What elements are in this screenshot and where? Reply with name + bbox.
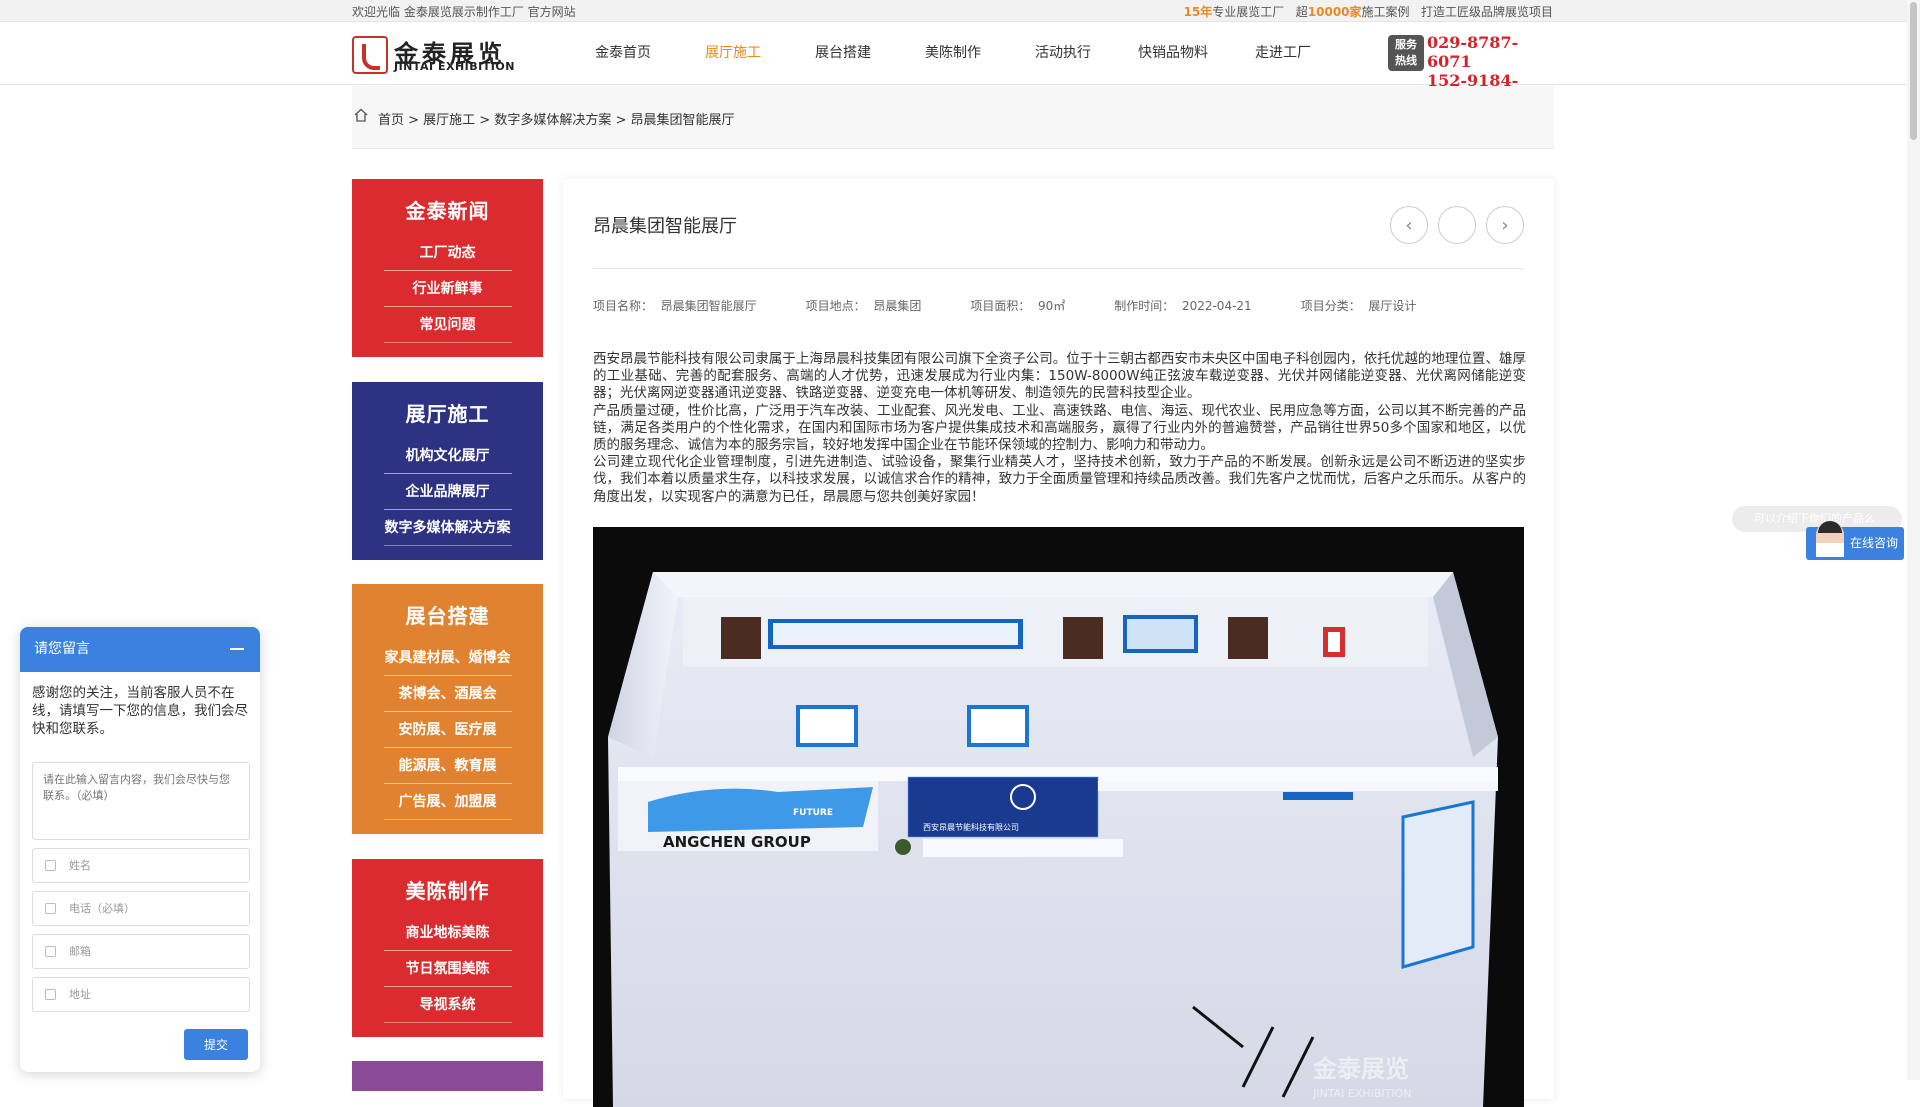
online-consult-button[interactable]: 在线咨询 bbox=[1806, 521, 1904, 560]
article-card: 昂晨集团智能展厅 ‹ › 项目名称： 昂晨集团智能展厅 项目地点： 昂晨集团 项… bbox=[563, 179, 1554, 1107]
sidebar-item-industry-news[interactable]: 行业新鲜事 bbox=[383, 271, 512, 307]
sidebar-item-advert[interactable]: 广告展、加盟展 bbox=[383, 784, 512, 820]
paragraph-1: 西安昂晨节能科技有限公司隶属于上海昂晨科技集团有限公司旗下全资子公司。位于十三朝… bbox=[593, 351, 1526, 402]
sidebar-decor: 美陈制作 商业地标美陈 节日氛围美陈 导视系统 bbox=[352, 859, 543, 1037]
slogan-2: 施工案例 bbox=[1361, 5, 1410, 19]
top-slogans: 15年专业展览工厂 超10000家施工案例 打造工匠级品牌展览项目 bbox=[1184, 3, 1553, 20]
nav-factory[interactable]: 走进工厂 bbox=[1228, 22, 1338, 85]
phone-1[interactable]: 029-8787-6071 bbox=[1427, 33, 1556, 71]
sidebar-item-security[interactable]: 安防展、医疗展 bbox=[383, 712, 512, 748]
chevron-right-icon: › bbox=[1501, 214, 1509, 236]
wall-future-text: FUTURE bbox=[793, 808, 833, 818]
watermark-cn: 金泰展览 bbox=[1312, 1055, 1409, 1083]
hotline-badge: 服务 热线 bbox=[1388, 35, 1424, 71]
sidebar-item-energy[interactable]: 能源展、教育展 bbox=[383, 748, 512, 784]
meta-name: 项目名称： 昂晨集团智能展厅 bbox=[593, 299, 757, 313]
nav-fmcg[interactable]: 快销品物料 bbox=[1118, 22, 1228, 85]
years-number: 15年 bbox=[1183, 5, 1213, 19]
leave-message-panel: 请您留言 感谢您的关注，当前客服人员不在线，请填写一下您的信息，我们会尽快和您联… bbox=[20, 627, 260, 1072]
sidebar-item-brand[interactable]: 企业品牌展厅 bbox=[383, 474, 512, 510]
home-icon[interactable] bbox=[354, 108, 368, 122]
sidebar-item-signage[interactable]: 导视系统 bbox=[383, 987, 512, 1023]
phone-icon bbox=[45, 903, 56, 914]
main-nav: 金泰首页 展厅施工 展台搭建 美陈制作 活动执行 快销品物料 走进工厂 bbox=[568, 22, 1338, 85]
nav-decor[interactable]: 美陈制作 bbox=[898, 22, 1008, 85]
logo-en: JINTAI EXHIBITION bbox=[394, 60, 515, 73]
online-consult-label: 在线咨询 bbox=[1850, 536, 1899, 550]
user-icon bbox=[45, 860, 56, 871]
sidebar-next bbox=[352, 1061, 543, 1091]
watermark-en: JINTAI EXHIBITION bbox=[1312, 1087, 1412, 1100]
sidebar-booth-title[interactable]: 展台搭建 bbox=[352, 584, 543, 640]
prev-button[interactable]: ‹ bbox=[1390, 206, 1428, 244]
showroom-render-image: ANGCHEN GROUP FUTURE 西安昂晨节能科技有限公司 金泰展览 J… bbox=[593, 527, 1524, 1107]
breadcrumb-text[interactable]: 首页 > 展厅施工 > 数字多媒体解决方案 > 昂晨集团智能展厅 bbox=[378, 109, 734, 128]
nav-booth[interactable]: 展台搭建 bbox=[788, 22, 898, 85]
nav-showroom[interactable]: 展厅施工 bbox=[678, 22, 788, 85]
message-textarea[interactable] bbox=[32, 762, 250, 840]
slogan-2-prefix: 超 bbox=[1295, 5, 1308, 19]
next-button[interactable]: › bbox=[1486, 206, 1524, 244]
wall-company-text: 西安昂晨节能科技有限公司 bbox=[923, 822, 1019, 832]
meta-date: 制作时间： 2022-04-21 bbox=[1114, 299, 1252, 313]
sidebar-item-festival[interactable]: 节日氛围美陈 bbox=[383, 951, 512, 987]
sidebar-item-factory-news[interactable]: 工厂动态 bbox=[383, 235, 512, 271]
top-bar: 欢迎光临 金泰展览展示制作工厂 官方网站 15年专业展览工厂 超10000家施工… bbox=[0, 0, 1920, 22]
nav-home[interactable]: 金泰首页 bbox=[568, 22, 678, 85]
article-body: 西安昂晨节能科技有限公司隶属于上海昂晨科技集团有限公司旗下全资子公司。位于十三朝… bbox=[593, 351, 1526, 506]
slogan-3: 打造工匠级品牌展览项目 bbox=[1420, 5, 1553, 19]
address-field[interactable]: 地址 bbox=[32, 977, 250, 1012]
hotline: 服务热线 029-8787-6071 152-9184-9886 bbox=[1388, 33, 1556, 109]
site-header: 金泰展览 JINTAI EXHIBITION 金泰首页 展厅施工 展台搭建 美陈… bbox=[0, 22, 1920, 109]
sidebar-booth: 展台搭建 家具建材展、婚博会 茶博会、酒展会 安防展、医疗展 能源展、教育展 广… bbox=[352, 584, 543, 834]
sidebar-news-title[interactable]: 金泰新闻 bbox=[352, 179, 543, 235]
sidebar-item-tea[interactable]: 茶博会、酒展会 bbox=[383, 676, 512, 712]
sidebar-item-furniture[interactable]: 家具建材展、婚博会 bbox=[383, 640, 512, 676]
showroom-render-svg: ANGCHEN GROUP FUTURE 西安昂晨节能科技有限公司 金泰展览 J… bbox=[593, 527, 1524, 1107]
site-logo[interactable]: 金泰展览 JINTAI EXHIBITION bbox=[352, 36, 522, 74]
welcome-text: 欢迎光临 金泰展览展示制作工厂 官方网站 bbox=[352, 5, 576, 19]
meta-category: 项目分类： 展厅设计 bbox=[1300, 299, 1417, 313]
phone-field[interactable]: 电话（必填） bbox=[32, 891, 250, 926]
minimize-icon[interactable] bbox=[230, 648, 244, 650]
article-title: 昂晨集团智能展厅 bbox=[593, 216, 737, 237]
divider bbox=[593, 268, 1524, 269]
sidebar-item-landmark[interactable]: 商业地标美陈 bbox=[383, 915, 512, 951]
cases-number: 10000家 bbox=[1307, 5, 1362, 19]
sidebar-decor-title[interactable]: 美陈制作 bbox=[352, 859, 543, 915]
meta-area: 项目面积： 90㎡ bbox=[970, 299, 1066, 313]
sidebar-item-faq[interactable]: 常见问题 bbox=[383, 307, 512, 343]
article-nav: ‹ › bbox=[1390, 206, 1524, 244]
email-field[interactable]: 邮箱 bbox=[32, 934, 250, 969]
submit-button[interactable]: 提交 bbox=[184, 1029, 248, 1060]
sidebar-news: 金泰新闻 工厂动态 行业新鲜事 常见问题 bbox=[352, 179, 543, 357]
panel-title: 请您留言 bbox=[34, 641, 90, 657]
sidebar-item-digital[interactable]: 数字多媒体解决方案 bbox=[383, 510, 512, 546]
paragraph-2: 产品质量过硬，性价比高，广泛用于汽车改装、工业配套、风光发电、工业、高速铁路、电… bbox=[593, 402, 1526, 454]
slogan-1: 专业展览工厂 bbox=[1212, 5, 1285, 19]
name-field[interactable]: 姓名 bbox=[32, 848, 250, 883]
email-icon bbox=[45, 946, 56, 957]
scrollbar-thumb[interactable] bbox=[1910, 2, 1917, 140]
agent-avatar bbox=[1816, 521, 1844, 557]
breadcrumb: 首页 > 展厅施工 > 数字多媒体解决方案 > 昂晨集团智能展厅 bbox=[352, 86, 1554, 149]
paragraph-3: 公司建立现代化企业管理制度，引进先进制造、试验设备，聚集行业精英人才，坚持技术创… bbox=[593, 454, 1526, 505]
logo-mark-icon bbox=[352, 36, 388, 74]
sidebar-item-culture[interactable]: 机构文化展厅 bbox=[383, 438, 512, 474]
chevron-left-icon: ‹ bbox=[1405, 214, 1413, 236]
panel-message: 感谢您的关注，当前客服人员不在线，请填写一下您的信息，我们会尽快和您联系。 bbox=[32, 685, 248, 737]
list-button[interactable] bbox=[1438, 206, 1476, 244]
address-icon bbox=[45, 989, 56, 1000]
sidebar-showroom-title[interactable]: 展厅施工 bbox=[352, 382, 543, 438]
page-scrollbar[interactable] bbox=[1907, 0, 1920, 1080]
meta-location: 项目地点： 昂晨集团 bbox=[805, 299, 922, 313]
project-meta: 项目名称： 昂晨集团智能展厅 项目地点： 昂晨集团 项目面积： 90㎡ 制作时间… bbox=[593, 297, 1465, 314]
sidebar-showroom: 展厅施工 机构文化展厅 企业品牌展厅 数字多媒体解决方案 bbox=[352, 382, 543, 560]
nav-events[interactable]: 活动执行 bbox=[1008, 22, 1118, 85]
wall-brand-text: ANGCHEN GROUP bbox=[663, 833, 811, 851]
panel-header: 请您留言 bbox=[20, 627, 260, 672]
